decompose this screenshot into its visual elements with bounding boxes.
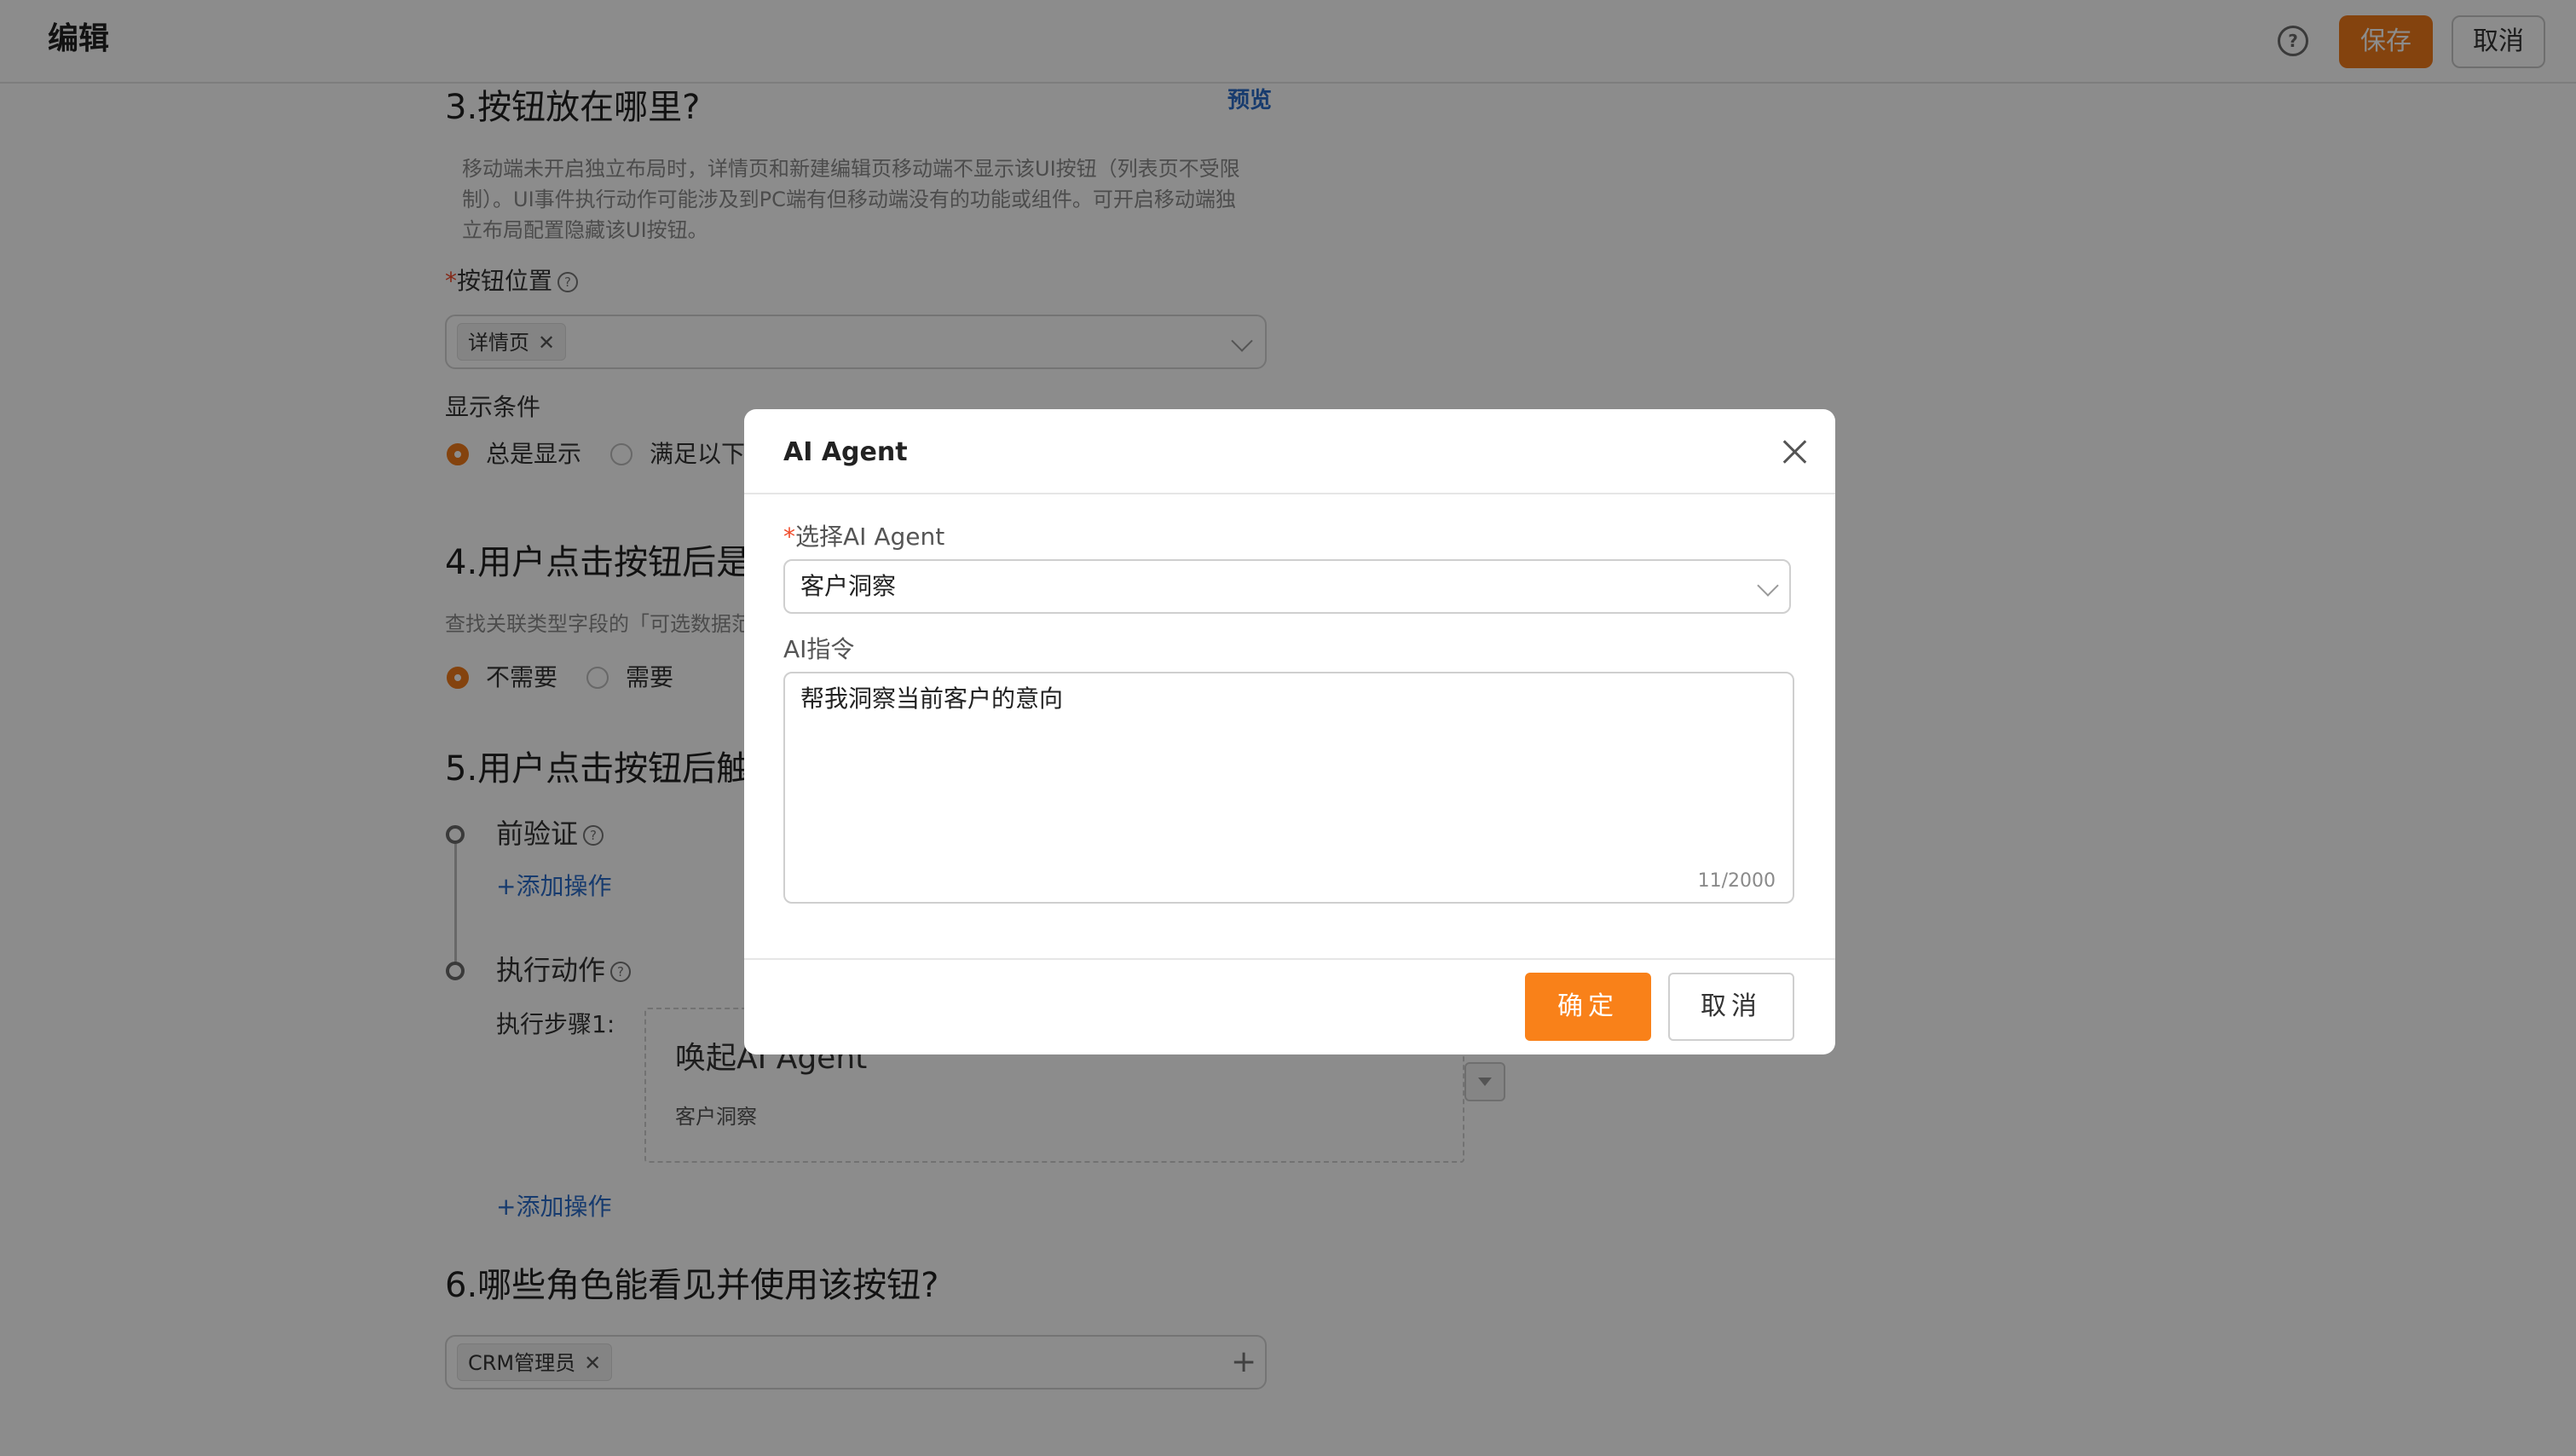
char-counter: 11/2000 — [1697, 870, 1776, 892]
modal-divider-bottom — [744, 958, 1835, 960]
agent-select-label: *选择AI Agent — [783, 520, 944, 554]
agent-select-value: 客户洞察 — [800, 572, 897, 600]
agent-select-label-text: 选择AI Agent — [795, 523, 945, 551]
required-mark: * — [783, 523, 795, 551]
agent-select[interactable]: 客户洞察 — [783, 559, 1791, 614]
instruction-value: 帮我洞察当前客户的意向 — [800, 685, 1064, 713]
instruction-textarea[interactable]: 帮我洞察当前客户的意向 11/2000 — [783, 672, 1794, 904]
modal-title: AI Agent — [783, 437, 908, 467]
ai-agent-modal: AI Agent *选择AI Agent 客户洞察 AI指令 帮我洞察当前客户的… — [744, 409, 1835, 1054]
close-icon[interactable] — [1777, 435, 1811, 469]
instruction-label: AI指令 — [783, 635, 855, 663]
confirm-button[interactable]: 确定 — [1525, 973, 1651, 1041]
modal-cancel-button[interactable]: 取消 — [1668, 973, 1794, 1041]
modal-divider-top — [744, 493, 1835, 494]
chevron-down-icon — [1757, 575, 1779, 597]
